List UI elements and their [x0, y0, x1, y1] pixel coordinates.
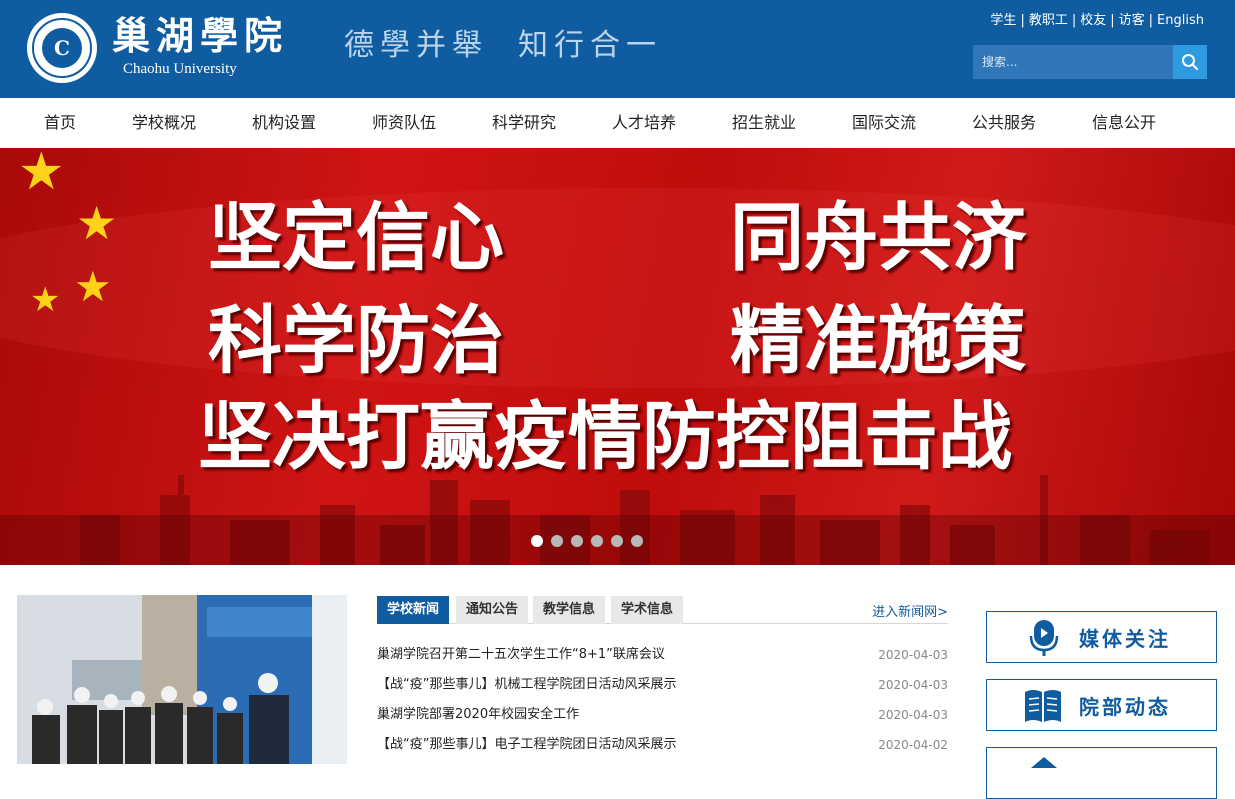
nav-item-information[interactable]: 信息公开	[1092, 98, 1156, 148]
motto-part-2: 知行合一	[518, 28, 662, 63]
tab-academic-info[interactable]: 学术信息	[611, 596, 684, 624]
nav-item-home[interactable]: 首页	[44, 98, 76, 148]
top-link-english[interactable]: English	[1157, 13, 1204, 28]
carousel-dot[interactable]	[571, 535, 583, 547]
news-date: 2020-04-03	[878, 648, 948, 662]
search-button[interactable]	[1173, 45, 1207, 79]
banner-slogan-1-right: 同舟共济	[730, 195, 1026, 281]
separator: |	[1020, 13, 1025, 28]
separator: |	[1110, 13, 1115, 28]
top-link-staff[interactable]: 教职工	[1029, 13, 1068, 28]
department-news-label: 院部动态	[1079, 695, 1171, 719]
main-nav: 首页 学校概况 机构设置 师资队伍 科学研究 人才培养 招生就业 国际交流 公共…	[0, 98, 1235, 148]
star-icon: ★	[76, 196, 118, 250]
news-photo[interactable]	[17, 595, 347, 764]
home-icon	[1031, 757, 1057, 768]
school-motto: 德學并舉 知行合一	[344, 28, 692, 64]
flag-wave	[0, 188, 1235, 388]
news-title[interactable]: 巢湖学院部署2020年校园安全工作	[377, 700, 579, 730]
search-icon	[1182, 54, 1199, 71]
nav-item-international[interactable]: 国际交流	[852, 98, 916, 148]
news-date: 2020-04-03	[878, 678, 948, 692]
microphone-icon	[1029, 620, 1059, 656]
separator: |	[1148, 13, 1154, 28]
star-icon: ★	[30, 280, 61, 320]
news-date: 2020-04-03	[878, 708, 948, 722]
nav-item-overview[interactable]: 学校概况	[132, 98, 196, 148]
top-link-students[interactable]: 学生	[990, 13, 1016, 28]
banner-slogan-3: 坚决打赢疫情防控阻击战	[198, 394, 1012, 480]
university-emblem-logo[interactable]: C	[27, 13, 97, 83]
nav-item-admission[interactable]: 招生就业	[732, 98, 796, 148]
banner-slogan-2-right: 精准施策	[730, 298, 1026, 384]
search-box	[973, 45, 1207, 79]
news-title[interactable]: 巢湖学院召开第二十五次学生工作“8+1”联席会议	[377, 640, 665, 670]
news-item[interactable]: 【战“疫”那些事儿】机械工程学院团日活动风采展示 2020-04-03	[377, 670, 948, 700]
nav-item-faculty[interactable]: 师资队伍	[372, 98, 436, 148]
banner-slogan-2-left: 科学防治	[208, 298, 504, 384]
news-title[interactable]: 【战“疫”那些事儿】机械工程学院团日活动风采展示	[377, 670, 676, 700]
hero-banner[interactable]: ★ ★ ★ ★ 坚定信心 同舟共济 科学防治 精准施策 坚决打赢疫情防控阻击战	[0, 148, 1235, 565]
tab-notices[interactable]: 通知公告	[456, 596, 529, 624]
news-item[interactable]: 巢湖学院部署2020年校园安全工作 2020-04-03	[377, 700, 948, 730]
top-link-visitors[interactable]: 访客	[1119, 13, 1145, 28]
carousel-dot[interactable]	[611, 535, 623, 547]
media-coverage-button[interactable]: 媒体关注	[986, 611, 1217, 663]
news-item[interactable]: 巢湖学院召开第二十五次学生工作“8+1”联席会议 2020-04-03	[377, 640, 948, 670]
carousel-dot[interactable]	[531, 535, 543, 547]
tab-teaching-info[interactable]: 教学信息	[533, 596, 606, 624]
nav-item-organization[interactable]: 机构设置	[252, 98, 316, 148]
news-date: 2020-04-02	[878, 738, 948, 752]
top-link-alumni[interactable]: 校友	[1080, 13, 1106, 28]
news-item[interactable]: 【战“疫”那些事儿】电子工程学院团日活动风采展示 2020-04-02	[377, 730, 948, 760]
media-coverage-label: 媒体关注	[1079, 627, 1171, 651]
logo-english-name: Chaohu University	[123, 61, 237, 77]
logo-chinese-name[interactable]: 巢湖學院	[112, 14, 288, 58]
carousel-dot[interactable]	[591, 535, 603, 547]
emblem-letter: C	[42, 28, 82, 68]
motto-part-1: 德學并舉	[344, 28, 488, 63]
carousel-dot[interactable]	[631, 535, 643, 547]
separator: |	[1071, 13, 1077, 28]
news-photo-image	[17, 595, 347, 764]
nav-item-education[interactable]: 人才培养	[612, 98, 676, 148]
site-header: C 巢湖學院 Chaohu University 德學并舉 知行合一 学生 | 教职工…	[0, 0, 1235, 98]
department-news-button[interactable]: 院部动态	[986, 679, 1217, 731]
news-tabs: 学校新闻 通知公告 教学信息 学术信息 进入新闻网>	[377, 595, 948, 624]
top-links: 学生 | 教职工 | 校友 | 访客 | English	[990, 13, 1204, 29]
more-news-link[interactable]: 进入新闻网>	[872, 601, 948, 620]
news-title[interactable]: 【战“疫”那些事儿】电子工程学院团日活动风采展示	[377, 730, 676, 760]
nav-item-public-service[interactable]: 公共服务	[972, 98, 1036, 148]
banner-slogan-1-left: 坚定信心	[208, 195, 504, 281]
star-icon: ★	[18, 148, 65, 202]
nav-item-research[interactable]: 科学研究	[492, 98, 556, 148]
search-input[interactable]	[973, 45, 1173, 79]
star-icon: ★	[74, 262, 112, 311]
side-button-partial[interactable]	[986, 747, 1217, 799]
carousel-dot[interactable]	[551, 535, 563, 547]
tab-school-news[interactable]: 学校新闻	[377, 596, 450, 624]
open-book-icon	[1025, 690, 1061, 722]
